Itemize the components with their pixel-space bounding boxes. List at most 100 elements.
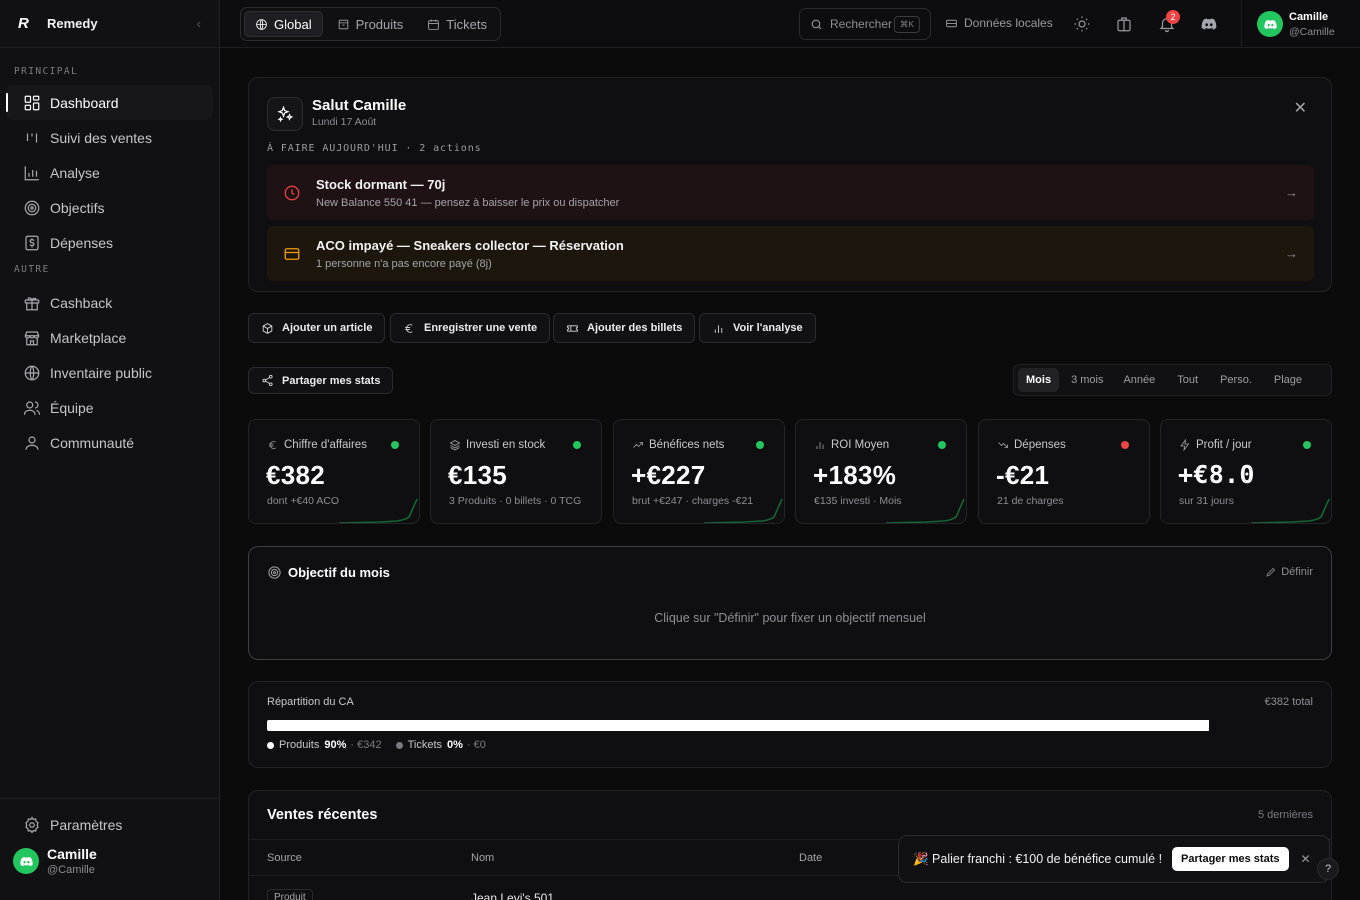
sidebar-item-label: Suivi des ventes xyxy=(50,129,152,146)
sidebar-user[interactable]: Camille @Camille xyxy=(0,842,219,880)
kpi-card-net-profit[interactable]: Bénéfices nets +€227 brut +€247 · charge… xyxy=(613,419,785,524)
chart-icon xyxy=(22,163,42,183)
chevron-left-icon[interactable]: ‹ xyxy=(197,16,201,31)
column-header-name: Nom xyxy=(471,852,495,864)
sidebar-user-name: Camille xyxy=(47,846,97,862)
column-header-source: Source xyxy=(267,852,302,864)
add-article-button[interactable]: Ajouter un article xyxy=(248,313,386,343)
topbar-user[interactable]: Camille @Camille xyxy=(1241,0,1335,48)
kpi-value: €382 xyxy=(266,460,326,490)
toast-share-button[interactable]: Partager mes stats xyxy=(1172,847,1289,871)
close-icon[interactable]: ✕ xyxy=(1301,852,1311,866)
sidebar-item-inventaire-public[interactable]: Inventaire public xyxy=(6,355,213,390)
sidebar-item-objectifs[interactable]: Objectifs xyxy=(6,190,213,225)
card-icon xyxy=(283,245,301,263)
sparkline xyxy=(339,498,418,523)
gear-icon xyxy=(22,815,42,835)
legend-pct: 90% xyxy=(324,739,347,751)
sidebar-item-parametres[interactable]: Paramètres xyxy=(6,807,213,842)
button-label: Enregistrer une vente xyxy=(424,322,538,334)
period-month[interactable]: Mois xyxy=(1018,368,1060,392)
period-year[interactable]: Année xyxy=(1115,368,1163,392)
grid-icon xyxy=(22,93,42,113)
tab-label: Tickets xyxy=(446,16,487,32)
discord-icon[interactable] xyxy=(1199,15,1219,36)
source-badge: Produit xyxy=(267,889,313,900)
kpi-label: Profit / jour xyxy=(1196,439,1252,451)
kpi-card-stock[interactable]: Investi en stock €135 3 Produits · 0 bil… xyxy=(430,419,602,524)
share-stats-button[interactable]: Partager mes stats xyxy=(248,367,394,394)
help-button[interactable]: ? xyxy=(1317,858,1339,880)
legend-amount: · €0 xyxy=(466,739,486,751)
split-total: €382 total xyxy=(1264,696,1313,708)
column-header-date: Date xyxy=(799,852,823,864)
tab-produits[interactable]: Produits xyxy=(327,11,414,37)
section-label-principal: PRINCIPAL xyxy=(14,66,79,77)
action-item[interactable]: Stock dormant — 70j New Balance 550 41 —… xyxy=(267,165,1314,220)
trend-down-icon xyxy=(998,442,1008,448)
objective-header: Objectif du mois xyxy=(267,565,390,580)
kpi-subtitle: sur 31 jours xyxy=(1179,495,1234,507)
sidebar-item-marketplace[interactable]: Marketplace xyxy=(6,320,213,355)
target-icon xyxy=(268,566,281,579)
sidebar-item-label: Communauté xyxy=(50,434,135,451)
scope-tabs: Global Produits Tickets xyxy=(240,7,501,41)
kpi-card-expenses[interactable]: Dépenses -€21 21 de charges xyxy=(978,419,1150,524)
search-icon xyxy=(811,19,822,29)
sidebar-footer: Paramètres Camille @Camille xyxy=(0,798,219,900)
local-data-label: Données locales xyxy=(964,16,1053,30)
kpi-card-revenue[interactable]: Chiffre d'affaires €382 dont +€40 ACO xyxy=(248,419,420,524)
kpi-subtitle: 3 Produits · 0 billets · 0 TCG xyxy=(449,495,582,507)
sidebar-item-sales-tracking[interactable]: Suivi des ventes xyxy=(6,120,213,155)
period-3-months[interactable]: 3 mois xyxy=(1063,368,1111,392)
kpi-label: Dépenses xyxy=(1014,439,1066,451)
action-item[interactable]: ACO impayé — Sneakers collector — Réserv… xyxy=(267,226,1314,281)
add-tickets-button[interactable]: Ajouter des billets xyxy=(553,313,696,343)
action-subtitle: New Balance 550 41 — pensez à baisser le… xyxy=(316,196,620,209)
search-button[interactable]: Rechercher ⌘K xyxy=(799,8,931,40)
sidebar-item-label: Paramètres xyxy=(50,816,123,833)
arrow-right-icon: → xyxy=(1285,246,1298,261)
revenue-split-card: Répartition du CA €382 total Produits 90… xyxy=(248,681,1332,768)
sale-name[interactable]: Jean Levi's 501 xyxy=(471,891,554,900)
globe-icon xyxy=(22,363,42,383)
sidebar-item-communaute[interactable]: Communauté xyxy=(6,425,213,460)
milestone-toast: 🎉 Palier franchi : €100 de bénéfice cumu… xyxy=(898,835,1330,883)
split-title: Répartition du CA xyxy=(267,696,354,708)
users-icon xyxy=(22,398,42,418)
define-button[interactable]: Définir xyxy=(1265,566,1313,578)
period-custom[interactable]: Perso. xyxy=(1212,368,1260,392)
sun-icon[interactable] xyxy=(1073,15,1091,36)
sidebar-item-dashboard[interactable]: Dashboard xyxy=(6,85,213,120)
split-legend: Produits 90% · €342 Tickets 0% · €0 xyxy=(267,739,486,751)
avatar xyxy=(13,848,39,874)
kpi-subtitle: 21 de charges xyxy=(997,495,1064,507)
period-range[interactable]: Plage xyxy=(1266,368,1310,392)
euro-icon xyxy=(405,323,413,333)
sidebar-item-equipe[interactable]: Équipe xyxy=(6,390,213,425)
sidebar-item-cashback[interactable]: Cashback xyxy=(6,285,213,320)
calendar-icon xyxy=(428,19,440,30)
tab-tickets[interactable]: Tickets xyxy=(417,11,497,37)
box-icon xyxy=(338,19,348,29)
kpi-label: Bénéfices nets xyxy=(649,439,725,451)
kpi-card-roi[interactable]: ROI Moyen +183% €135 investi · Mois xyxy=(795,419,967,524)
local-data-button[interactable]: Données locales xyxy=(945,16,1053,30)
gift-icon[interactable] xyxy=(1115,15,1133,36)
kpi-value: -€21 xyxy=(996,460,1050,490)
search-label: Rechercher xyxy=(830,17,893,31)
close-icon[interactable]: ✕ xyxy=(1294,98,1307,118)
record-sale-button[interactable]: Enregistrer une vente xyxy=(390,313,551,343)
sidebar-item-depenses[interactable]: Dépenses xyxy=(6,225,213,260)
box-icon xyxy=(262,322,273,334)
period-all[interactable]: Tout xyxy=(1169,368,1206,392)
kpi-label: Chiffre d'affaires xyxy=(284,439,367,451)
view-analysis-button[interactable]: Voir l'analyse xyxy=(699,313,816,343)
kpi-card-profit-per-day[interactable]: Profit / jour +€8.0 sur 31 jours xyxy=(1160,419,1332,524)
status-dot xyxy=(573,441,581,449)
tab-global[interactable]: Global xyxy=(244,11,323,37)
tab-label: Global xyxy=(274,16,312,32)
legend-amount: · €342 xyxy=(350,739,382,751)
sidebar-item-analyse[interactable]: Analyse xyxy=(6,155,213,190)
notification-badge: 2 xyxy=(1166,10,1180,24)
